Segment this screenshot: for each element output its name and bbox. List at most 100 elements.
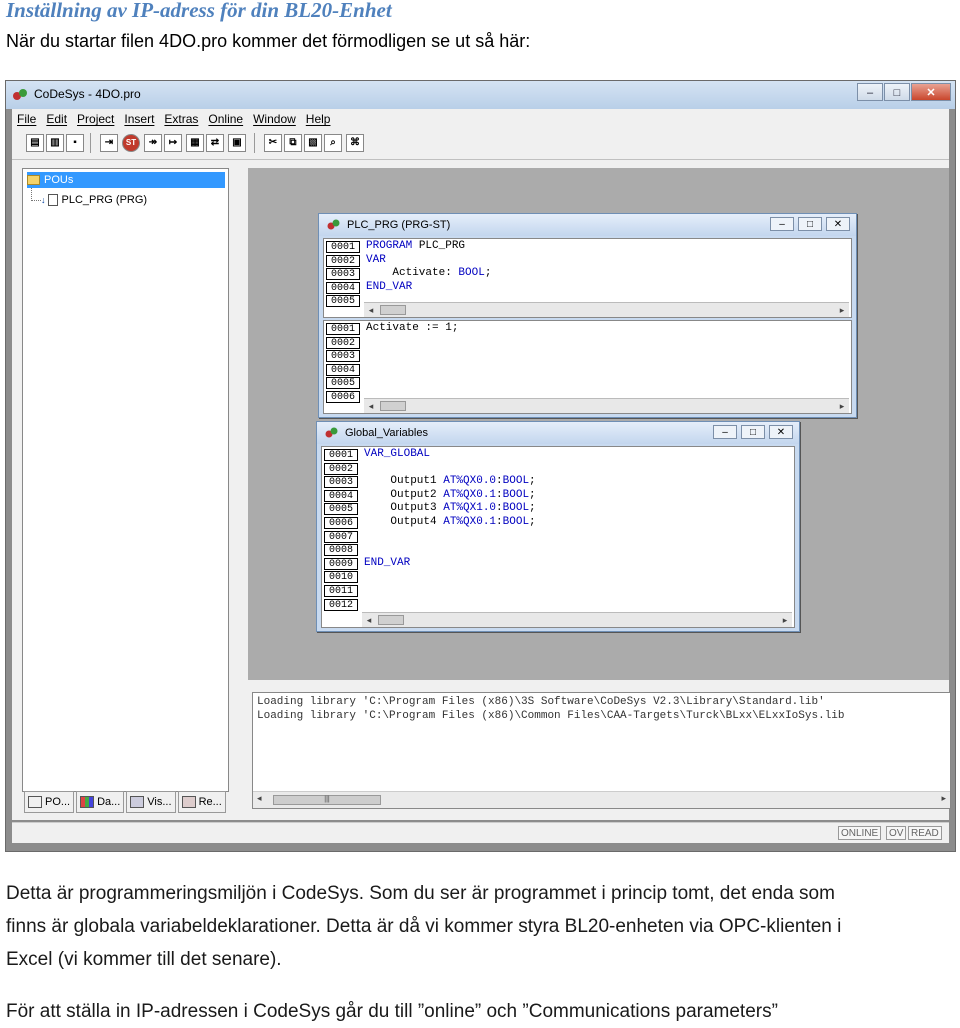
maximize-button[interactable]: □ xyxy=(798,217,822,231)
scroll-left-icon[interactable]: ◂ xyxy=(364,399,378,413)
object-organizer: POUs ↓ PLC_PRG (PRG) xyxy=(22,168,229,792)
scroll-thumb[interactable] xyxy=(380,305,406,315)
global-variables-pane[interactable]: 0001 0002 0003 0004 0005 0006 0007 0008 0009 0010… xyxy=(321,446,795,628)
close-button[interactable]: ✕ xyxy=(769,425,793,439)
horizontal-scrollbar[interactable]: ◂ ▸ xyxy=(364,302,849,317)
login-icon[interactable]: ⇥ xyxy=(100,134,118,152)
tab-pous[interactable]: PO... xyxy=(24,791,75,813)
monitor-icon[interactable]: ▣ xyxy=(228,134,246,152)
document-intro: När du startar filen 4DO.pro kommer det … xyxy=(6,31,531,51)
run-icon[interactable]: ↠ xyxy=(144,134,162,152)
line-number: 0007 xyxy=(324,530,358,543)
tree-item-plc-prg[interactable]: ↓ PLC_PRG (PRG) xyxy=(41,192,147,208)
status-bar: ONLINE OV READ xyxy=(12,822,949,843)
body-pane[interactable]: 0001 0002 0003 0004 0005 0006 Activate := 1; ◂ ▸ xyxy=(323,320,852,414)
toolbar: ▤ ▥ ▪ ⇥ ST ↠ ↦ ▦ ⇄ ▣ ✂ ⧉ ▧ ⌕ ⌘ xyxy=(12,129,949,160)
paste-icon[interactable]: ▧ xyxy=(304,134,322,152)
maximize-button[interactable]: □ xyxy=(741,425,765,439)
line-number: 0006 xyxy=(324,517,358,529)
scroll-left-icon[interactable]: ◂ xyxy=(257,793,262,804)
code-line: VAR_GLOBAL xyxy=(364,448,431,460)
scroll-right-icon[interactable]: ▸ xyxy=(778,613,792,627)
scroll-thumb[interactable]: ||| xyxy=(273,795,381,805)
code-line: Output1 AT%QX0.0:BOOL; xyxy=(364,475,536,488)
line-number: 0001 xyxy=(324,449,358,461)
code-line: PROGRAM PLC_PRG xyxy=(366,240,466,252)
line-number: 0004 xyxy=(326,281,360,294)
save-icon[interactable]: ▪ xyxy=(66,134,84,152)
minimize-button[interactable]: – xyxy=(770,217,794,231)
plc-prg-window[interactable]: PLC_PRG (PRG-ST) – □ ✕ 0001 0002 0003 0004 0… xyxy=(318,213,857,418)
minimize-button[interactable]: – xyxy=(857,83,883,101)
code-line: Output3 AT%QX1.0:BOOL; xyxy=(364,502,536,515)
global-variables-titlebar: Global_Variables – □ ✕ xyxy=(317,422,799,444)
find-icon[interactable]: ⌕ xyxy=(324,134,342,152)
organizer-tabs: PO... Da... Vis... Re... xyxy=(24,791,228,813)
paragraph-line: Excel (vi kommer till det senare). xyxy=(6,949,282,970)
menu-edit[interactable]: Edit xyxy=(46,112,67,126)
plc-prg-titlebar: PLC_PRG (PRG-ST) – □ ✕ xyxy=(319,214,856,236)
scroll-left-icon[interactable]: ◂ xyxy=(364,303,378,317)
codesys-screenshot: CoDeSys - 4DO.pro – □ ✕ File Edit Projec… xyxy=(5,80,956,852)
step-icon[interactable]: ↦ xyxy=(164,134,182,152)
visualization-tab-icon xyxy=(130,796,145,808)
scroll-right-icon[interactable]: ▸ xyxy=(835,303,849,317)
minimize-button[interactable]: – xyxy=(713,425,737,439)
tab-label: Da... xyxy=(97,796,121,808)
message-line: Loading library 'C:\Program Files (x86)\… xyxy=(257,696,825,708)
workspace: POUs ↓ PLC_PRG (PRG) PO... Da... Vis... … xyxy=(12,160,951,820)
pous-tab-icon xyxy=(28,796,42,808)
status-online: ONLINE xyxy=(838,826,882,840)
menu-file[interactable]: File xyxy=(17,112,36,126)
line-number-column: 0001 0002 0003 0004 0005 0006 xyxy=(324,321,364,413)
global-variables-window[interactable]: Global_Variables – □ ✕ 0001 0002 0003 0004 0… xyxy=(316,421,800,632)
scroll-right-icon[interactable]: ▸ xyxy=(835,399,849,413)
open-icon[interactable]: ▥ xyxy=(46,134,64,152)
declaration-pane[interactable]: 0001 0002 0003 0004 0005 PROGRAM PLC_PRG VAR A… xyxy=(323,238,852,318)
line-number-column: 0001 0002 0003 0004 0005 0006 0007 0008 0009 0010… xyxy=(322,447,362,627)
close-button[interactable]: ✕ xyxy=(826,217,850,231)
horizontal-scrollbar[interactable]: ◂ ▸ xyxy=(362,612,792,627)
line-number: 0003 xyxy=(326,350,360,363)
menu-project[interactable]: Project xyxy=(77,112,114,126)
paragraph-line: finns är globala variabeldeklarationer. … xyxy=(6,916,842,937)
data-types-tab-icon xyxy=(80,796,95,808)
line-number: 0001 xyxy=(326,241,360,253)
new-icon[interactable]: ▤ xyxy=(26,134,44,152)
code-line: END_VAR xyxy=(364,556,411,569)
scroll-thumb[interactable] xyxy=(378,615,404,625)
close-button[interactable]: ✕ xyxy=(911,83,951,101)
tree-item-pous[interactable]: POUs xyxy=(27,172,225,188)
breakpoint-icon[interactable]: ▦ xyxy=(186,134,204,152)
menu-online[interactable]: Online xyxy=(208,112,243,126)
menu-window[interactable]: Window xyxy=(253,112,296,126)
horizontal-scrollbar[interactable]: ◂ ▸ xyxy=(364,398,849,413)
line-number: 0010 xyxy=(324,571,358,584)
menu-help[interactable]: Help xyxy=(306,112,331,126)
tab-label: Re... xyxy=(198,796,222,808)
step-into-icon[interactable]: ⇄ xyxy=(206,134,224,152)
line-number: 0002 xyxy=(326,254,360,267)
scroll-left-icon[interactable]: ◂ xyxy=(362,613,376,627)
codesys-app-icon xyxy=(13,89,27,100)
program-icon xyxy=(47,194,58,206)
tab-resources[interactable]: Re... xyxy=(177,791,226,813)
code-line: Activate: BOOL; xyxy=(366,267,492,280)
document-heading: Inställning av IP-adress för din BL20-En… xyxy=(6,0,392,22)
copy-icon[interactable]: ⧉ xyxy=(284,134,302,152)
stop-icon[interactable]: ST xyxy=(122,134,140,152)
code-line: Output2 AT%QX0.1:BOOL; xyxy=(364,488,536,501)
window-controls: – □ ✕ xyxy=(856,83,951,101)
scroll-thumb[interactable] xyxy=(380,401,406,411)
tab-visualizations[interactable]: Vis... xyxy=(126,791,176,813)
scroll-right-icon[interactable]: ▸ xyxy=(941,793,946,804)
maximize-button[interactable]: □ xyxy=(884,83,910,101)
message-window: Loading library 'C:\Program Files (x86)\… xyxy=(252,692,951,809)
tab-data-types[interactable]: Da... xyxy=(76,791,125,813)
menu-insert[interactable]: Insert xyxy=(124,112,154,126)
menu-extras[interactable]: Extras xyxy=(164,112,198,126)
message-scrollbar[interactable]: ◂ ||| ▸ xyxy=(253,791,950,808)
cut-icon[interactable]: ✂ xyxy=(264,134,282,152)
replace-icon[interactable]: ⌘ xyxy=(346,134,364,152)
codesys-window-icon xyxy=(325,427,338,438)
